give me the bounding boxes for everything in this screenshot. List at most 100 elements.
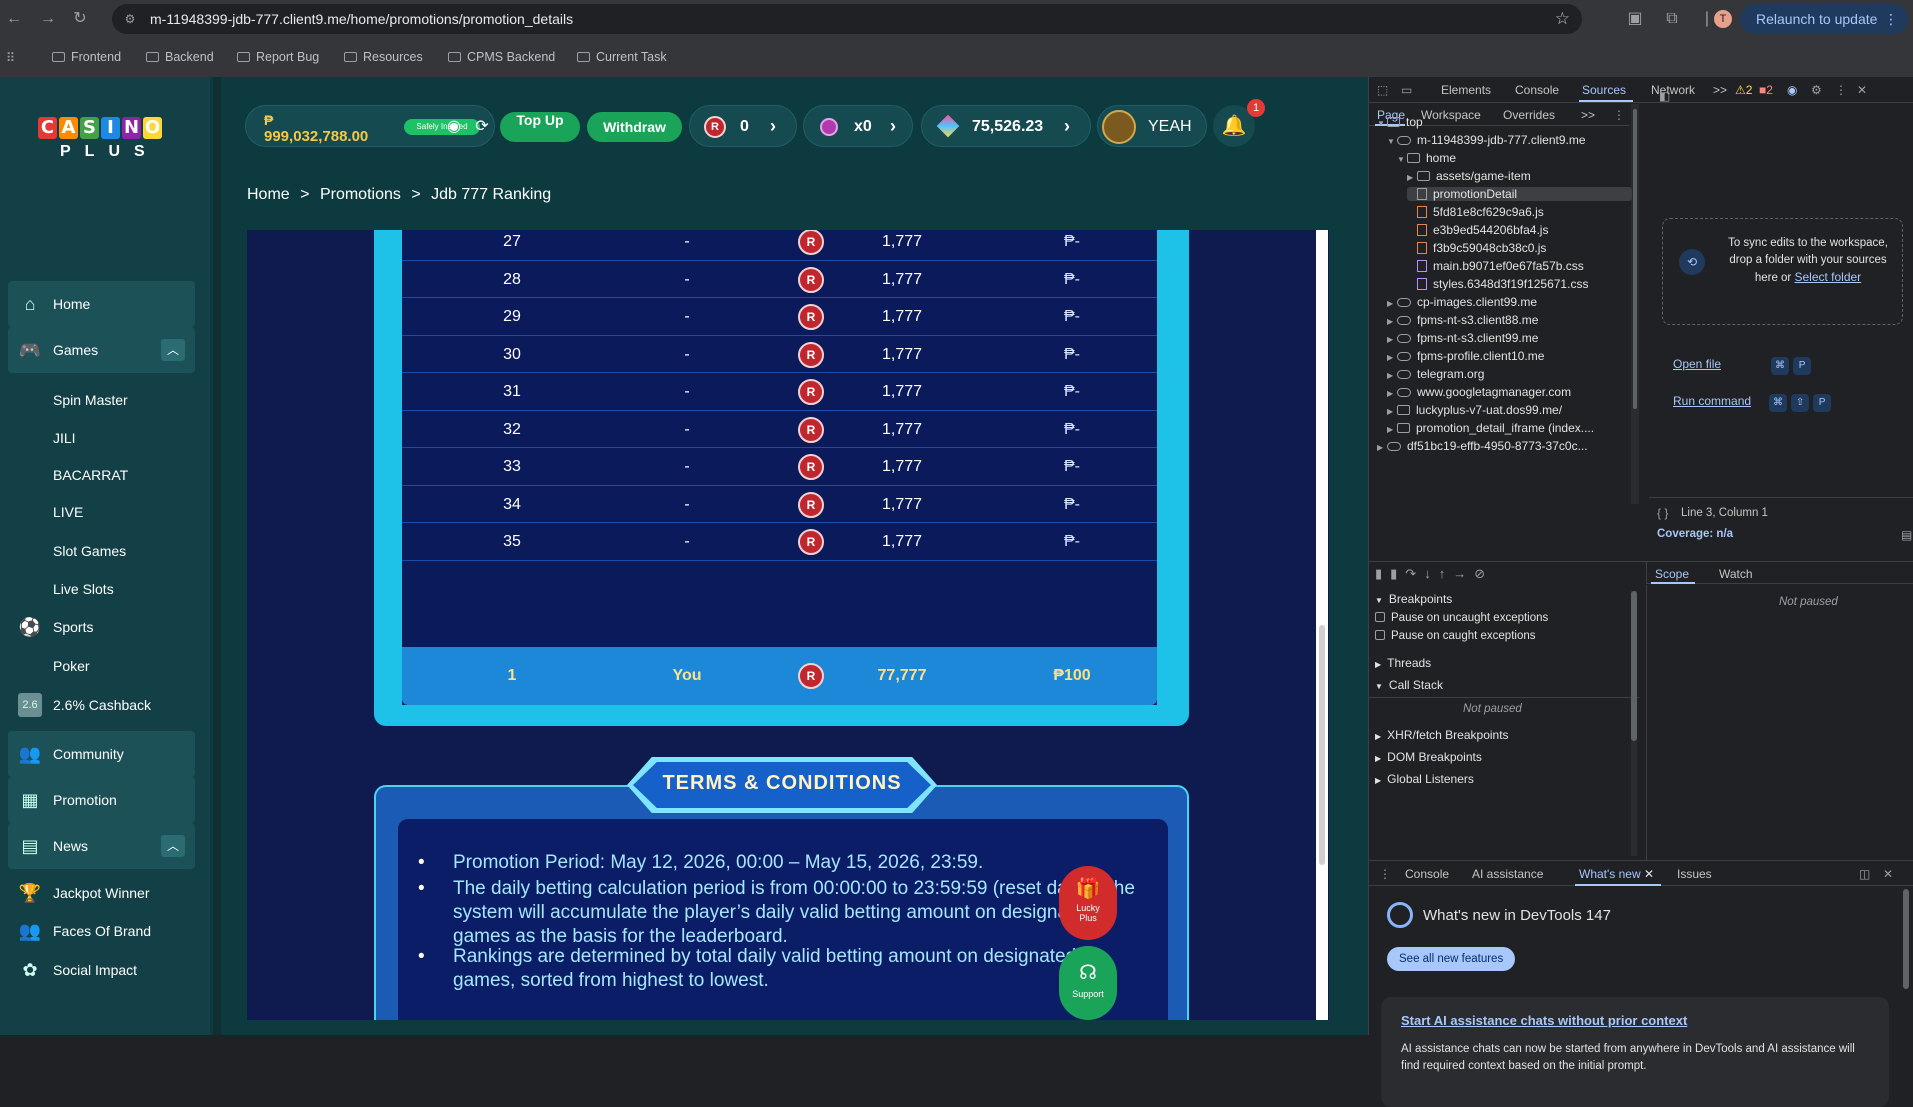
sidebar-item-social-impact[interactable]: ✿ Social Impact <box>8 950 195 990</box>
sidebar-item-games[interactable]: 🎮 Games ︿ <box>8 327 195 373</box>
tree-node[interactable]: ▼ home <box>1397 151 1456 165</box>
kebab-menu-icon[interactable]: ⋮ <box>1379 867 1391 881</box>
threads-header[interactable]: ▶ Threads <box>1375 656 1431 670</box>
close-drawer-icon[interactable]: ✕ <box>1883 867 1893 881</box>
subtab-overrides[interactable]: Overrides <box>1503 108 1555 122</box>
tree-node[interactable]: ▶ promotion_detail_iframe (index.... <box>1387 421 1594 435</box>
select-folder-link[interactable]: Select folder <box>1794 270 1861 284</box>
see-all-features-button[interactable]: See all new features <box>1387 947 1516 971</box>
tree-node[interactable]: main.b9071ef0e67fa57b.css <box>1407 259 1584 273</box>
kebab-menu-icon[interactable]: ⋮ <box>1613 108 1625 122</box>
address-bar[interactable]: ⚙ m-11948399-jdb-777.client9.me/home/pro… <box>112 4 1582 34</box>
breadcrumb-home[interactable]: Home <box>247 186 290 203</box>
sidebar-item-poker[interactable]: Poker <box>8 646 195 686</box>
sidebar-item-slot-games[interactable]: Slot Games <box>8 531 195 571</box>
tree-node[interactable]: styles.6348d3f19f125671.css <box>1407 277 1588 291</box>
top-up-button[interactable]: Top Up <box>500 112 580 142</box>
sidebar-item-community[interactable]: 👥 Community <box>8 731 195 777</box>
chevron-up-icon[interactable]: ︿ <box>161 339 185 361</box>
more-tabs[interactable]: >> <box>1713 83 1727 97</box>
call-stack-header[interactable]: ▼ Call Stack <box>1375 678 1443 692</box>
sidebar-item-spin-master[interactable]: Spin Master <box>8 380 195 420</box>
kebab-menu-icon[interactable]: ⋮ <box>1835 83 1847 97</box>
tree-node[interactable]: ▶ www.googletagmanager.com <box>1387 385 1571 399</box>
bookmark-resources[interactable]: Resources <box>344 50 423 64</box>
ai-feature-link[interactable]: Start AI assistance chats without prior … <box>1401 1013 1687 1028</box>
bookmark-report-bug[interactable]: Report Bug <box>237 50 319 64</box>
tab-network[interactable]: Network <box>1651 83 1695 97</box>
tree-node[interactable]: ▼ m-11948399-jdb-777.client9.me <box>1387 133 1586 147</box>
eye-icon[interactable]: ◉ <box>444 117 464 137</box>
tree-node[interactable]: ▶ df51bc19-effb-4950-8773-37c0c... <box>1377 439 1588 453</box>
sidebar-item-home[interactable]: ⌂ Home <box>8 281 195 327</box>
scrollbar-thumb[interactable] <box>1319 625 1325 865</box>
drawer-tab-issues[interactable]: Issues <box>1677 867 1712 881</box>
subtab-workspace[interactable]: Workspace <box>1421 108 1481 122</box>
casino-plus-logo[interactable]: CASINO PLUS <box>38 117 168 169</box>
navigator-scroll-thumb[interactable] <box>1633 109 1637 409</box>
sidebar-item-bacarrat[interactable]: BACARRAT <box>8 455 195 495</box>
xhr-breakpoints-header[interactable]: ▶ XHR/fetch Breakpoints <box>1375 728 1509 742</box>
close-icon[interactable]: ✕ <box>1644 867 1654 881</box>
tab-console[interactable]: Console <box>1515 83 1559 97</box>
open-file-link[interactable]: Open file <box>1673 357 1721 371</box>
lucky-plus-button[interactable]: 🎁 Lucky Plus <box>1059 866 1117 940</box>
sidebar-item-live-slots[interactable]: Live Slots <box>8 569 195 609</box>
device-toolbar-icon[interactable]: ▭ <box>1401 83 1412 97</box>
sidebar-item-jili[interactable]: JILI <box>8 418 195 458</box>
sidebar-item-2-6-cashback[interactable]: 2.6 2.6% Cashback <box>8 685 195 725</box>
tree-node[interactable]: e3b9ed544206bfa4.js <box>1407 223 1548 237</box>
tree-node[interactable]: ▶ fpms-nt-s3.client88.me <box>1387 313 1538 327</box>
site-info-icon[interactable]: ⚙ <box>122 11 138 27</box>
sidebar-item-news[interactable]: ▤ News ︿ <box>8 823 195 869</box>
sidebar-item-live[interactable]: LIVE <box>8 492 195 532</box>
tab-elements[interactable]: Elements <box>1441 83 1491 97</box>
braces-icon[interactable]: { } <box>1657 506 1668 520</box>
tree-node[interactable]: promotionDetail <box>1407 187 1632 201</box>
bookmark-frontend[interactable]: Frontend <box>52 50 121 64</box>
dom-breakpoints-header[interactable]: ▶ DOM Breakpoints <box>1375 750 1482 764</box>
drawer-tab-ai[interactable]: AI assistance <box>1472 867 1543 881</box>
breakpoints-header[interactable]: ▼ Breakpoints <box>1375 592 1452 606</box>
bookmark-star-icon[interactable]: ☆ <box>1555 9 1570 29</box>
tree-node[interactable]: 5fd81e8cf629c9a6.js <box>1407 205 1544 219</box>
chevron-up-icon[interactable]: ︿ <box>161 835 185 857</box>
debugger-scrollbar[interactable] <box>1631 591 1637 856</box>
tree-node[interactable]: ▶ luckyplus-v7-uat.dos99.me/ <box>1387 403 1562 417</box>
tree-node[interactable]: ▶ assets/game-item <box>1407 169 1531 183</box>
bookmark-cpms-backend[interactable]: CPMS Backend <box>448 50 555 64</box>
close-icon[interactable]: ✕ <box>1857 83 1867 97</box>
reload-icon[interactable]: ↻ <box>70 9 90 29</box>
sidebar-item-jackpot-winner[interactable]: 🏆 Jackpot Winner <box>8 873 195 913</box>
warning-count[interactable]: ⚠2 <box>1735 83 1752 97</box>
extensions-icon[interactable]: ⧉ <box>1662 9 1682 29</box>
pause-caught-checkbox[interactable]: Pause on caught exceptions <box>1375 630 1536 642</box>
subtab-more[interactable]: >> <box>1581 108 1595 122</box>
bookmark-backend[interactable]: Backend <box>146 50 214 64</box>
bookmark-current-task[interactable]: Current Task <box>577 50 667 64</box>
scroll-thumb[interactable] <box>1631 591 1637 741</box>
refresh-icon[interactable]: ⟳ <box>472 117 492 137</box>
content-scrollbar[interactable] <box>1316 230 1328 1020</box>
tab-watch[interactable]: Watch <box>1719 567 1753 581</box>
dock-icon[interactable]: ◫ <box>1859 867 1870 881</box>
drawer-scrollbar[interactable] <box>1903 889 1909 989</box>
drawer-tab-console[interactable]: Console <box>1405 867 1449 881</box>
rewards-pill[interactable]: R 0 › <box>689 105 797 147</box>
error-count[interactable]: ■2 <box>1759 83 1773 97</box>
relaunch-button[interactable]: Relaunch to update ⋮ <box>1740 4 1908 34</box>
sidebar-scrollbar[interactable] <box>213 77 221 1035</box>
sidebar-item-sports[interactable]: ⚽ Sports <box>8 607 195 647</box>
tree-node[interactable]: ▼ top <box>1377 115 1423 129</box>
sidebar-item-faces-of-brand[interactable]: 👥 Faces Of Brand <box>8 911 195 951</box>
support-button[interactable]: ☊ Support <box>1059 946 1117 1020</box>
tree-node[interactable]: ▶ cp-images.client99.me <box>1387 295 1537 309</box>
back-icon[interactable]: ← <box>4 9 24 29</box>
drawer-tab-whats-new[interactable]: What's new ✕ <box>1579 867 1654 881</box>
tree-node[interactable]: ▶ telegram.org <box>1387 367 1484 381</box>
tree-node[interactable]: ▶ fpms-nt-s3.client99.me <box>1387 331 1538 345</box>
gems-pill[interactable]: 75,526.23 › <box>921 105 1091 147</box>
apps-icon[interactable]: ⠿ <box>6 50 15 65</box>
withdraw-button[interactable]: Withdraw <box>587 112 682 142</box>
profile-avatar[interactable]: T <box>1714 10 1732 28</box>
